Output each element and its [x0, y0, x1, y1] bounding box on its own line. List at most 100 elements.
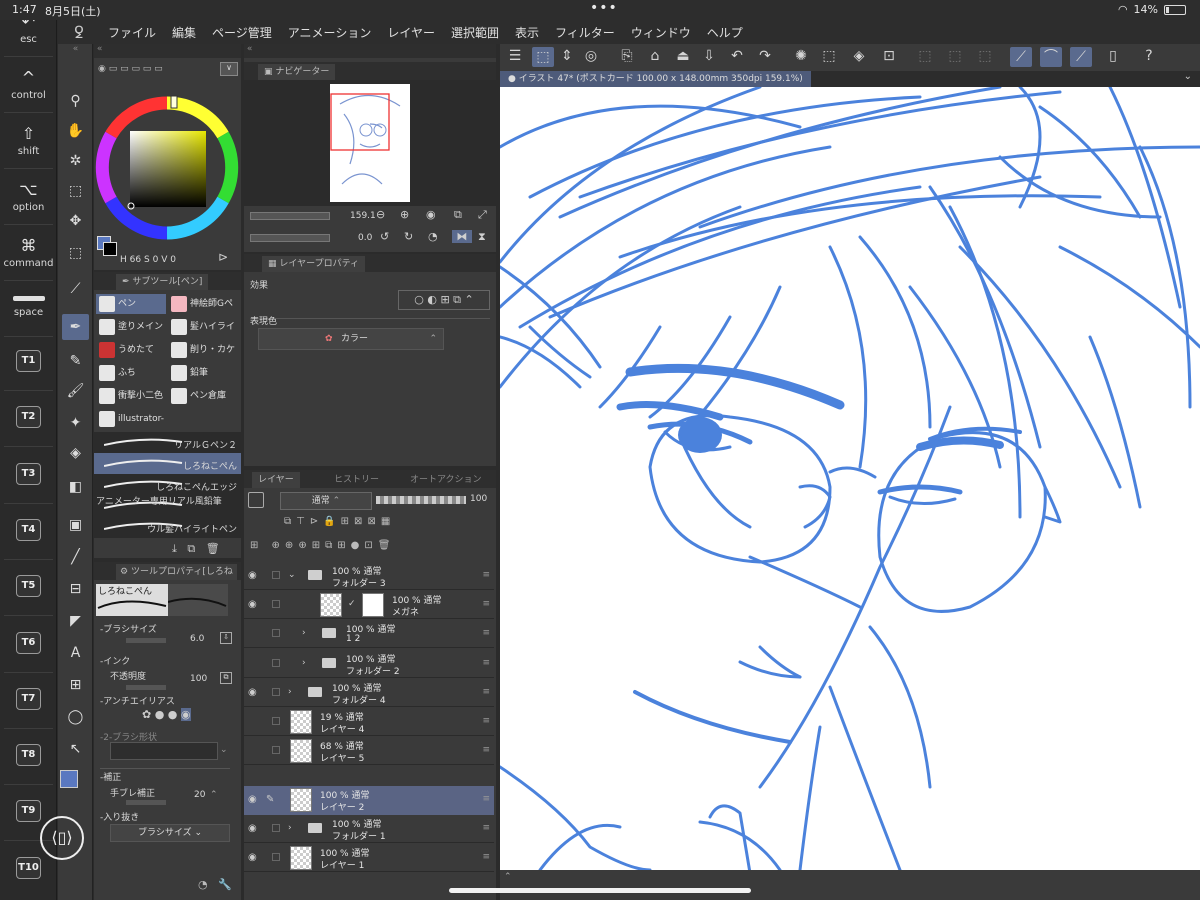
tab-tool-property[interactable]: ⚙ ツールプロパティ[しろね — [116, 564, 237, 580]
menu-item[interactable]: 表示 — [507, 24, 547, 41]
new-file-icon[interactable]: ⎘ — [616, 48, 638, 64]
selection-tool-icon[interactable]: ⬚ — [62, 240, 89, 266]
space-key[interactable]: space — [0, 296, 57, 318]
zoom-in-icon[interactable]: ⊕ — [400, 208, 409, 221]
figure-tool-icon[interactable]: ╱ — [62, 544, 89, 570]
eye-icon[interactable]: ◉ — [248, 599, 257, 610]
brush-size-slider[interactable] — [126, 638, 166, 643]
menu-item[interactable]: アニメーション — [280, 24, 380, 41]
flip-horizontal-icon[interactable]: ⧓ — [452, 230, 472, 243]
balloon-tool-icon[interactable]: ◯ — [62, 704, 89, 730]
subtool-item[interactable]: 削り・カケ — [168, 340, 238, 360]
t-key-7[interactable]: T7 — [16, 687, 41, 710]
expand-icon[interactable]: ⌃ — [504, 872, 512, 882]
eye-icon[interactable]: ◉ — [248, 794, 257, 805]
pen-tool-icon[interactable]: ✒ — [62, 314, 89, 340]
expand-chevron-icon[interactable]: › — [302, 658, 306, 668]
stabilization-value[interactable]: 20 — [194, 790, 205, 800]
eye-icon[interactable]: ◉ — [248, 852, 257, 863]
command-key[interactable]: ⌘ command — [0, 236, 57, 269]
subtool-actions[interactable]: ⤓ ⧉ 🗑 — [172, 542, 220, 556]
undo-icon[interactable]: ↶ — [726, 48, 748, 64]
app-logo-icon[interactable]: ꝿ — [58, 21, 100, 43]
t-key-3[interactable]: T3 — [16, 462, 41, 485]
layer-color-icon[interactable] — [248, 492, 264, 508]
opacity-slider[interactable] — [126, 685, 166, 690]
layer-checkbox[interactable] — [272, 853, 280, 861]
transform-icon[interactable]: ⊡ — [878, 48, 900, 64]
tab-layer-2[interactable]: オートアクション — [404, 472, 488, 488]
color-wheel[interactable] — [94, 88, 241, 248]
document-tab[interactable]: ● イラスト 47* (ポストカード 100.00 x 148.00mm 350… — [500, 71, 811, 87]
eyedropper-tool-icon[interactable]: ⟋ — [62, 276, 89, 302]
layer-checkbox[interactable] — [272, 688, 280, 696]
device-icon[interactable]: ▯ — [1102, 48, 1124, 64]
object-tool-icon[interactable]: ↖ — [62, 736, 89, 762]
edit-mode-icon[interactable]: ⬚ — [532, 47, 554, 67]
redo-icon[interactable]: ↷ — [754, 48, 776, 64]
zoom-out-icon[interactable]: ⊖ — [376, 208, 385, 221]
expand-chevron-icon[interactable]: › — [288, 687, 292, 697]
layer-checkbox[interactable] — [272, 824, 280, 832]
layer-checkbox[interactable] — [272, 717, 280, 725]
ruler-tool-icon[interactable]: ◤ — [62, 608, 89, 634]
layer-opacity-value[interactable]: 100 — [470, 494, 487, 504]
menu-item[interactable]: 編集 — [164, 24, 204, 41]
menu-item[interactable]: フィルター — [547, 24, 623, 41]
drawing-canvas[interactable] — [500, 87, 1200, 870]
drag-handle-icon[interactable]: ≡ — [482, 599, 490, 609]
edge-keyboard-toggle-icon[interactable]: ⟨▯⟩ — [40, 816, 84, 860]
hand-tool-icon[interactable]: ✋ — [62, 118, 89, 144]
flip-vertical-icon[interactable]: ⧗ — [478, 230, 486, 244]
drag-handle-icon[interactable]: ≡ — [482, 794, 490, 804]
t-key-2[interactable]: T2 — [16, 406, 41, 429]
menu-item[interactable]: ヘルプ — [699, 24, 751, 41]
opacity-value[interactable]: 100 — [190, 674, 207, 684]
layer-checkbox[interactable] — [272, 600, 280, 608]
menu-item[interactable]: 選択範囲 — [443, 24, 507, 41]
layer-row[interactable]: ◉ › 100 % 通常 フォルダー 4 ≡ — [244, 679, 494, 707]
operation-tool-icon[interactable]: ⬚ — [62, 178, 89, 204]
subtool-item[interactable]: 塗りメイン — [96, 317, 166, 337]
t-key-10[interactable]: T10 — [16, 856, 41, 879]
blend-mode-select[interactable]: 通常 ⌃ — [280, 492, 372, 510]
shift-key[interactable]: ⇧ shift — [0, 124, 57, 157]
brush-tool-icon[interactable]: 🖌 — [62, 378, 89, 404]
drag-handle-icon[interactable]: ≡ — [482, 852, 490, 862]
color-tabs[interactable]: ◉ ▭ ▭ ▭ ▭ ▭ — [98, 64, 234, 78]
subtool-item[interactable]: illustrator-k — [96, 409, 164, 429]
brush-size-menu-icon[interactable]: ⇩ — [220, 632, 232, 644]
help-icon[interactable]: ? — [1138, 48, 1160, 64]
layer-row[interactable]: 19 % 通常 レイヤー 4 ≡ — [244, 708, 494, 736]
layer-checkbox[interactable] — [272, 746, 280, 754]
rotation-slider[interactable] — [250, 234, 330, 242]
brush-item[interactable]: しろねこぺん — [94, 453, 241, 474]
menu-item[interactable]: レイヤー — [379, 24, 443, 41]
zoom-tool-icon[interactable]: ⚲ — [62, 88, 89, 114]
sub-color-swatch-small[interactable] — [103, 242, 117, 256]
panel-menu-icon[interactable]: ∨ — [220, 62, 238, 76]
zoom-slider[interactable] — [250, 212, 330, 220]
tab-subtool[interactable]: ✒ サブツール[ペン] — [116, 274, 209, 290]
wand-tool-icon[interactable]: ✲ — [62, 148, 89, 174]
snap-special-ruler-icon[interactable]: ⌒ — [1040, 47, 1062, 67]
stepper-icon[interactable]: ⇕ — [556, 48, 578, 64]
layer-checkbox[interactable] — [272, 629, 280, 637]
drag-handle-icon[interactable]: ≡ — [482, 570, 490, 580]
clear-outside-icon[interactable]: ⬚ — [818, 48, 840, 64]
brush-item[interactable]: ウル髪ハイライトペン — [94, 516, 241, 537]
t-key-4[interactable]: T4 — [16, 518, 41, 541]
layer-toolbar-1[interactable]: ⧉⊤⊳🔒⊞⊠⊠▦ — [284, 516, 494, 532]
move-tool-icon[interactable]: ✥ — [62, 208, 89, 234]
drag-handle-icon[interactable]: ≡ — [482, 716, 490, 726]
reset-rotation-icon[interactable]: ◔ — [428, 230, 438, 243]
eye-icon[interactable]: ◉ — [248, 570, 257, 581]
drag-handle-icon[interactable]: ≡ — [482, 745, 490, 755]
layer-checkbox[interactable] — [272, 659, 280, 667]
export-icon[interactable]: ⇩ — [698, 48, 720, 64]
layer-checkbox[interactable] — [272, 571, 280, 579]
snap-grid-icon[interactable]: ⟋ — [1070, 47, 1092, 67]
t-key-8[interactable]: T8 — [16, 744, 41, 767]
open-file-icon[interactable]: ⌂ — [644, 48, 666, 64]
subtool-item[interactable]: ふち — [96, 363, 166, 383]
